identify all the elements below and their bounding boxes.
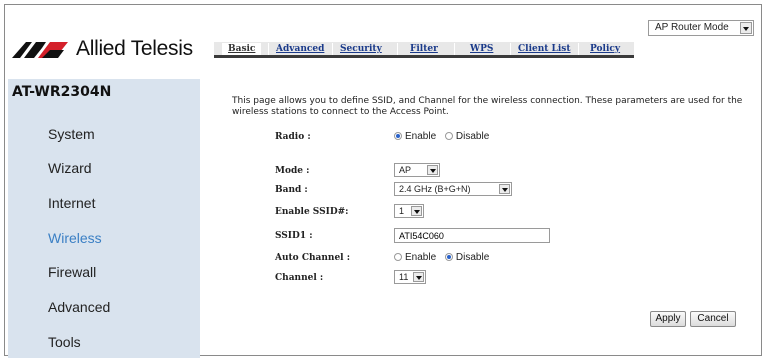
band-select[interactable]: 2.4 GHz (B+G+N) xyxy=(394,182,512,196)
auto-channel-disable-label: Disable xyxy=(455,252,490,263)
sidebar-item-wireless[interactable]: Wireless xyxy=(48,230,102,246)
cancel-button[interactable]: Cancel xyxy=(690,311,736,327)
auto-channel-label: Auto Channel : xyxy=(275,253,351,263)
radio-disable-radio[interactable] xyxy=(444,132,453,140)
enable-ssid-value: 1 xyxy=(399,206,405,216)
ssid1-input[interactable] xyxy=(394,228,550,243)
enable-ssid-label: Enable SSID#: xyxy=(275,207,349,217)
band-label: Band : xyxy=(275,185,308,195)
auto-channel-enable-radio[interactable] xyxy=(394,253,402,261)
chevron-down-icon[interactable] xyxy=(499,184,510,194)
auto-channel-enable-label: Enable xyxy=(405,252,437,263)
mode-select[interactable]: AP xyxy=(394,163,440,177)
brand-name: Allied Telesis xyxy=(76,37,193,60)
auto-channel-options: Enable Disable xyxy=(394,252,495,263)
ssid1-label: SSID1 : xyxy=(275,231,313,241)
tab-basic[interactable]: Basic xyxy=(222,43,262,55)
radio-enable-radio[interactable] xyxy=(394,132,402,140)
operation-mode-value: AP Router Mode xyxy=(655,22,729,33)
radio-options: Enable Disable xyxy=(394,131,495,142)
tab-divider xyxy=(332,43,333,55)
page-description: This page allows you to define SSID, and… xyxy=(232,96,743,117)
operation-mode-select[interactable]: AP Router Mode xyxy=(648,20,754,36)
radio-label: Radio : xyxy=(275,132,311,142)
tab-bar-underline xyxy=(214,55,634,58)
channel-value: 11 xyxy=(399,272,409,282)
sidebar-item-tools[interactable]: Tools xyxy=(48,334,81,350)
chevron-down-icon[interactable] xyxy=(740,22,752,34)
tab-divider xyxy=(510,43,511,55)
tab-filter[interactable]: Filter xyxy=(404,43,444,55)
tab-divider xyxy=(397,43,398,55)
tab-client-list[interactable]: Client List xyxy=(512,43,577,55)
tab-wps[interactable]: WPS xyxy=(464,43,499,55)
sidebar-item-system[interactable]: System xyxy=(48,126,95,142)
auto-channel-disable-radio[interactable] xyxy=(444,253,453,261)
tab-divider xyxy=(454,43,455,55)
band-value: 2.4 GHz (B+G+N) xyxy=(399,184,471,194)
radio-enable-label: Enable xyxy=(405,131,437,142)
channel-label: Channel : xyxy=(275,273,324,283)
model-name: AT-WR2304N xyxy=(12,84,112,100)
chevron-down-icon[interactable] xyxy=(411,206,422,216)
tab-security[interactable]: Security xyxy=(334,43,388,55)
sidebar-item-internet[interactable]: Internet xyxy=(48,195,95,211)
tab-divider xyxy=(268,43,269,55)
sidebar-item-firewall[interactable]: Firewall xyxy=(48,264,96,280)
radio-disable-label: Disable xyxy=(455,131,490,142)
brand-logo: Allied Telesis xyxy=(12,36,193,62)
tab-divider xyxy=(578,43,579,55)
apply-button[interactable]: Apply xyxy=(650,311,686,327)
chevron-down-icon[interactable] xyxy=(413,272,424,282)
enable-ssid-select[interactable]: 1 xyxy=(394,204,424,218)
mode-value: AP xyxy=(399,165,412,175)
sidebar-item-wizard[interactable]: Wizard xyxy=(48,160,92,176)
tab-advanced[interactable]: Advanced xyxy=(270,43,330,55)
mode-label: Mode : xyxy=(275,166,310,176)
sidebar-item-advanced[interactable]: Advanced xyxy=(48,299,110,315)
chevron-down-icon[interactable] xyxy=(427,165,438,175)
allied-telesis-logo-icon xyxy=(12,42,68,58)
tab-policy[interactable]: Policy xyxy=(584,43,626,55)
sidebar xyxy=(8,79,200,358)
tab-bar: Basic Advanced Security Filter WPS Clien… xyxy=(214,42,634,58)
channel-select[interactable]: 11 xyxy=(394,270,426,284)
